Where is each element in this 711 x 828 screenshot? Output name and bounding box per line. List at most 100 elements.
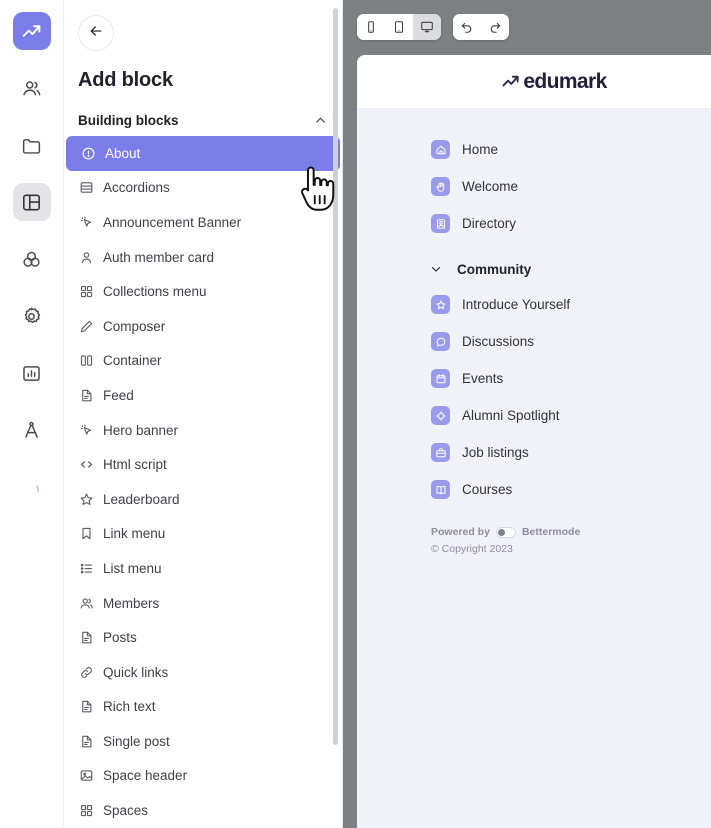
device-desktop-button[interactable]	[413, 14, 441, 40]
block-item-list-menu[interactable]: List menu	[64, 551, 338, 586]
list-icon	[78, 560, 94, 576]
layout-icon	[21, 192, 42, 213]
block-item-single-post[interactable]: Single post	[64, 724, 338, 759]
preview-canvas: edumark Home Welcome Directory Community Int…	[343, 0, 711, 828]
block-item-auth-member-card[interactable]: Auth member card	[64, 240, 338, 275]
preview-footer: Powered by Bettermode © Copyright 2023	[357, 508, 711, 555]
nav-item-label: Discussions	[462, 334, 535, 349]
bookmark-icon	[78, 526, 94, 542]
code-icon	[78, 457, 94, 473]
block-item-label: Html script	[103, 457, 167, 473]
rail-item-analytics-logo[interactable]	[12, 12, 51, 50]
rail-item-settings[interactable]	[13, 297, 51, 335]
nav-item-home[interactable]: Home	[431, 131, 711, 168]
nav-item-label: Introduce Yourself	[462, 297, 571, 312]
rail-item-members[interactable]	[13, 69, 51, 107]
block-item-label: Hero banner	[103, 422, 179, 438]
tablet-icon	[392, 20, 406, 34]
block-item-members[interactable]: Members	[64, 586, 338, 621]
redo-button[interactable]	[481, 14, 509, 40]
block-item-label: Link menu	[103, 526, 166, 542]
block-item-label: Quick links	[103, 664, 169, 680]
block-item-label: Auth member card	[103, 249, 215, 265]
undo-icon	[460, 20, 474, 34]
block-list: About Accordions Announcement Banner Auth m…	[64, 136, 342, 828]
device-tablet-button[interactable]	[385, 14, 413, 40]
block-item-label: Collections menu	[103, 284, 207, 300]
block-item-label: Single post	[103, 733, 170, 749]
gear-icon	[21, 306, 42, 327]
pencil-icon	[78, 318, 94, 334]
nav-item-discussions[interactable]: Discussions	[431, 323, 711, 360]
rail-item-layout[interactable]	[12, 183, 51, 221]
nav-item-alumni-spotlight[interactable]: Alumni Spotlight	[431, 397, 711, 434]
block-item-container[interactable]: Container	[64, 344, 338, 379]
nav-icon-tile	[431, 140, 450, 159]
nav-item-directory[interactable]: Directory	[431, 205, 711, 242]
document-icon	[78, 630, 94, 646]
wave-hand-icon	[435, 181, 447, 193]
nav-icon-tile	[431, 369, 450, 388]
block-item-label: Space header	[103, 768, 188, 784]
block-item-quick-links[interactable]: Quick links	[64, 655, 338, 690]
section-label: Building blocks	[78, 113, 179, 128]
block-item-html-script[interactable]: Html script	[64, 447, 338, 482]
section-building-blocks-header[interactable]: Building blocks	[78, 113, 328, 128]
nav-icon-tile	[431, 177, 450, 196]
app-root: Add block Building blocks About Accordion…	[0, 0, 711, 828]
block-item-accordions[interactable]: Accordions	[64, 171, 338, 206]
history-group	[453, 14, 509, 40]
block-item-label: Spaces	[103, 803, 149, 819]
block-item-posts[interactable]: Posts	[64, 620, 338, 655]
spotlight-icon	[435, 410, 447, 422]
block-item-leaderboard[interactable]: Leaderboard	[64, 482, 338, 517]
block-item-label: Posts	[103, 630, 137, 646]
block-item-feed[interactable]: Feed	[64, 378, 338, 413]
book-icon	[435, 484, 447, 496]
undo-button[interactable]	[453, 14, 481, 40]
people-icon	[21, 78, 42, 99]
nav-group-label: Community	[457, 261, 532, 277]
block-item-space-header[interactable]: Space header	[64, 759, 338, 794]
block-item-composer[interactable]: Composer	[64, 309, 338, 344]
block-item-collections-menu[interactable]: Collections menu	[64, 274, 338, 309]
nav-icon-tile	[431, 443, 450, 462]
home-icon	[435, 144, 447, 156]
nav-item-events[interactable]: Events	[431, 360, 711, 397]
rail-item-apps[interactable]	[13, 411, 51, 449]
panel-scrollbar[interactable]	[333, 8, 338, 745]
back-button[interactable]	[78, 15, 114, 51]
block-item-label: About	[105, 145, 141, 161]
block-item-announcement-banner[interactable]: Announcement Banner	[64, 205, 338, 240]
nav-item-job-listings[interactable]: Job listings	[431, 434, 711, 471]
rail-item-reports[interactable]	[13, 354, 51, 392]
nav-item-introduce-yourself[interactable]: Introduce Yourself	[431, 286, 711, 323]
rail-item-content[interactable]	[13, 126, 51, 164]
block-item-about[interactable]: About	[66, 136, 340, 171]
vendor-label: Bettermode	[521, 526, 581, 538]
loading-spinner-icon	[13, 470, 51, 508]
briefcase-icon	[435, 447, 447, 459]
rail-item-appearance[interactable]	[13, 240, 51, 278]
chevron-up-icon[interactable]	[313, 113, 328, 128]
sparkle-cursor-icon	[78, 422, 94, 438]
block-item-rich-text[interactable]: Rich text	[64, 690, 338, 725]
powered-by-toggle[interactable]	[495, 526, 516, 538]
nav-item-courses[interactable]: Courses	[431, 471, 711, 508]
device-mobile-button[interactable]	[357, 14, 385, 40]
nav-group-community-header[interactable]: Community	[429, 252, 711, 286]
block-item-spaces[interactable]: Spaces	[64, 793, 338, 828]
compass-icon	[21, 420, 42, 441]
canvas-toolbar	[343, 0, 711, 40]
block-item-hero-banner[interactable]: Hero banner	[64, 413, 338, 448]
trending-up-icon	[501, 72, 520, 91]
block-item-label: Container	[103, 353, 162, 369]
nav-item-welcome[interactable]: Welcome	[431, 168, 711, 205]
preview-header: edumark	[357, 55, 711, 109]
brand-logo[interactable]: edumark	[501, 70, 607, 94]
chevron-down-icon[interactable]	[429, 262, 447, 276]
block-item-label: List menu	[103, 560, 162, 576]
block-item-link-menu[interactable]: Link menu	[64, 517, 338, 552]
left-icon-rail	[0, 0, 64, 828]
desktop-icon	[420, 20, 434, 34]
